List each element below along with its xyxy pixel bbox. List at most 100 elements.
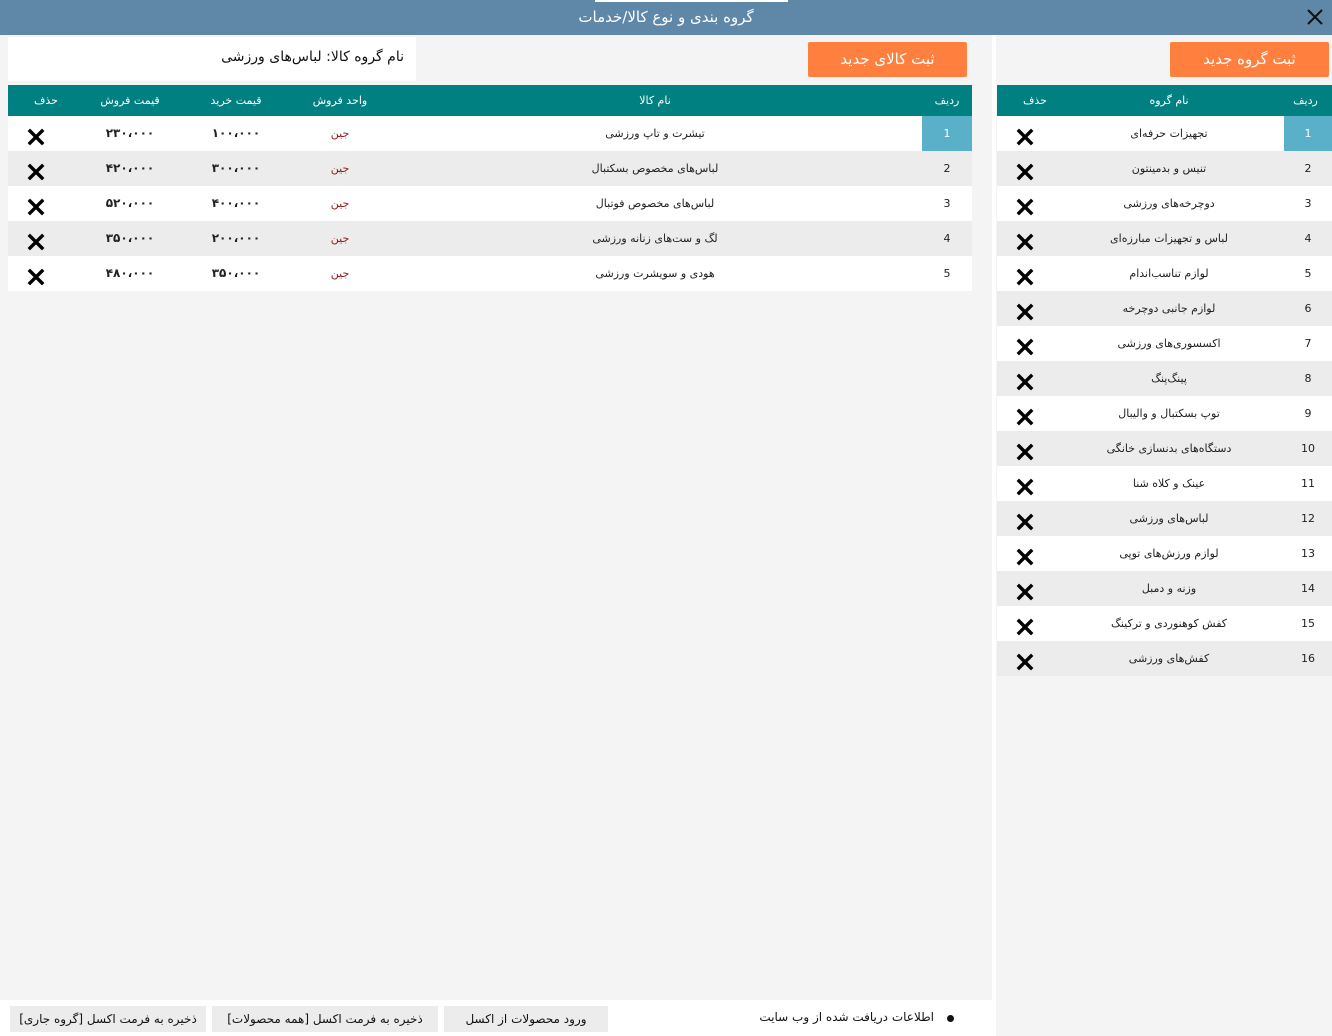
- sale-unit: جین: [330, 127, 350, 140]
- product-row[interactable]: 1 تیشرت و تاپ ورزشی جین ۱۰۰،۰۰۰ ۲۳۰،۰۰۰: [8, 116, 972, 151]
- col-header-product-name: نام کالا: [639, 94, 671, 107]
- buy-price: ۳۰۰،۰۰۰: [211, 161, 261, 175]
- row-number: 2: [943, 162, 951, 175]
- delete-x-icon[interactable]: [27, 160, 45, 181]
- sale-unit: جین: [330, 162, 350, 175]
- group-row[interactable]: 2 تنیس و بدمینتون: [997, 151, 1332, 186]
- sell-price: ۵۲۰،۰۰۰: [105, 196, 155, 210]
- group-row[interactable]: 13 لوازم ورزش‌های توپی: [997, 536, 1332, 571]
- buy-price: ۴۰۰،۰۰۰: [211, 196, 261, 210]
- row-number: 10: [1301, 442, 1315, 455]
- col-header-delete: حذف: [1023, 94, 1047, 107]
- new-group-button[interactable]: ثبت گروه جدید: [1170, 42, 1329, 77]
- product-row[interactable]: 5 هودی و سویشرت ورزشی جین ۳۵۰،۰۰۰ ۴۸۰،۰۰۰: [8, 256, 972, 291]
- delete-x-icon[interactable]: [1016, 545, 1034, 566]
- product-name: تیشرت و تاپ ورزشی: [605, 127, 705, 140]
- group-name: لوازم ورزش‌های توپی: [1119, 547, 1219, 560]
- row-number: 3: [1304, 197, 1312, 210]
- delete-x-icon[interactable]: [27, 195, 45, 216]
- delete-x-icon[interactable]: [1016, 230, 1034, 251]
- status-text: اطلاعات دریافت شده از وب سایت: [759, 1010, 934, 1024]
- group-name: عینک و کلاه شنا: [1132, 477, 1206, 490]
- row-number: 6: [1304, 302, 1312, 315]
- group-name: تنیس و بدمینتون: [1131, 162, 1207, 175]
- group-row[interactable]: 11 عینک و کلاه شنا: [997, 466, 1332, 501]
- delete-cell: [1005, 501, 1045, 536]
- groups-table: ردیف نام گروه حذف 1 تجهیزات حرفه‌ای 2 تنیس …: [997, 85, 1332, 676]
- product-name: لگ و ست‌های زنانه ورزشی: [592, 232, 718, 245]
- group-row[interactable]: 4 لباس و تجهیزات مبارزه‌ای: [997, 221, 1332, 256]
- delete-cell: [1005, 361, 1045, 396]
- delete-x-icon[interactable]: [1016, 650, 1034, 671]
- title-bar: گروه بندی و نوع کالا/خدمات: [0, 0, 1332, 35]
- sale-unit: جین: [330, 232, 350, 245]
- product-row[interactable]: 3 لباس‌های مخصوص فوتبال جین ۴۰۰،۰۰۰ ۵۲۰،۰۰۰: [8, 186, 972, 221]
- delete-x-icon[interactable]: [1016, 405, 1034, 426]
- col-header-row: ردیف: [1293, 94, 1318, 107]
- delete-x-icon[interactable]: [1016, 300, 1034, 321]
- delete-cell: [1005, 606, 1045, 641]
- delete-x-icon[interactable]: [1016, 195, 1034, 216]
- export-all-products-button[interactable]: ذخیره به فرمت اکسل [همه محصولات]: [212, 1006, 438, 1032]
- delete-x-icon[interactable]: [1016, 440, 1034, 461]
- groups-table-header: ردیف نام گروه حذف: [997, 85, 1332, 116]
- group-row[interactable]: 12 لباس‌های ورزشی: [997, 501, 1332, 536]
- product-row[interactable]: 2 لباس‌های مخصوص بسکتبال جین ۳۰۰،۰۰۰ ۴۲۰،۰۰۰: [8, 151, 972, 186]
- col-header-row: ردیف: [934, 94, 960, 107]
- row-number: 1: [1284, 116, 1332, 151]
- delete-x-icon[interactable]: [1016, 125, 1034, 146]
- sale-unit: جین: [330, 267, 350, 280]
- delete-x-icon[interactable]: [27, 265, 45, 286]
- import-excel-button[interactable]: ورود محصولات از اکسل: [444, 1006, 608, 1032]
- col-header-buy-price: قیمت خرید: [210, 94, 262, 107]
- delete-x-icon[interactable]: [27, 230, 45, 251]
- delete-cell: [1005, 641, 1045, 676]
- row-number: 4: [1304, 232, 1312, 245]
- delete-x-icon[interactable]: [1016, 370, 1034, 391]
- group-row[interactable]: 10 دستگاه‌های بدنسازی خانگی: [997, 431, 1332, 466]
- delete-x-icon[interactable]: [1016, 160, 1034, 181]
- delete-cell: [1005, 431, 1045, 466]
- group-name: کفش‌های ورزشی: [1128, 652, 1210, 665]
- delete-cell: [1005, 116, 1045, 151]
- row-number: 13: [1301, 547, 1315, 560]
- group-row[interactable]: 14 وزنه و دمبل: [997, 571, 1332, 606]
- delete-cell: [1005, 291, 1045, 326]
- delete-x-icon[interactable]: [1016, 510, 1034, 531]
- export-current-group-button[interactable]: ذخیره به فرمت اکسل [گروه جاری]: [10, 1006, 206, 1032]
- row-number: 1: [922, 116, 972, 151]
- row-number: 3: [943, 197, 951, 210]
- delete-x-icon[interactable]: [27, 125, 45, 146]
- row-number: 5: [943, 267, 951, 280]
- group-row[interactable]: 8 پینگ‌پنگ: [997, 361, 1332, 396]
- status-dot-icon: [947, 1015, 954, 1022]
- sell-price: ۴۸۰،۰۰۰: [105, 266, 155, 280]
- group-row[interactable]: 3 دوچرخه‌های ورزشی: [997, 186, 1332, 221]
- product-row[interactable]: 4 لگ و ست‌های زنانه ورزشی جین ۲۰۰،۰۰۰ ۳۵۰،۰۰…: [8, 221, 972, 256]
- delete-x-icon[interactable]: [1016, 265, 1034, 286]
- buy-price: ۱۰۰،۰۰۰: [211, 126, 261, 140]
- group-name: لوازم جانبی دوچرخه: [1122, 302, 1216, 315]
- window-title: گروه بندی و نوع کالا/خدمات: [578, 8, 754, 26]
- delete-x-icon[interactable]: [1016, 580, 1034, 601]
- row-number: 14: [1301, 582, 1315, 595]
- delete-x-icon[interactable]: [1016, 335, 1034, 356]
- delete-x-icon[interactable]: [1016, 615, 1034, 636]
- group-row[interactable]: 9 توپ بسکتبال و والیبال: [997, 396, 1332, 431]
- group-row[interactable]: 5 لوازم تناسب‌اندام: [997, 256, 1332, 291]
- sell-price: ۴۲۰،۰۰۰: [105, 161, 155, 175]
- delete-x-icon[interactable]: [1016, 475, 1034, 496]
- group-row[interactable]: 1 تجهیزات حرفه‌ای: [997, 116, 1332, 151]
- close-icon[interactable]: [1304, 6, 1326, 28]
- group-name: دستگاه‌های بدنسازی خانگی: [1106, 442, 1232, 455]
- group-row[interactable]: 6 لوازم جانبی دوچرخه: [997, 291, 1332, 326]
- group-row[interactable]: 16 کفش‌های ورزشی: [997, 641, 1332, 676]
- new-product-button[interactable]: ثبت کالای جدید: [808, 42, 967, 77]
- delete-cell: [16, 186, 56, 221]
- group-row[interactable]: 7 اکسسوری‌های ورزشی: [997, 326, 1332, 361]
- sell-price: ۲۳۰،۰۰۰: [105, 126, 155, 140]
- group-name: لوازم تناسب‌اندام: [1129, 267, 1209, 280]
- delete-cell: [1005, 186, 1045, 221]
- row-number: 8: [1304, 372, 1312, 385]
- group-row[interactable]: 15 کفش کوهنوردی و ترکینگ: [997, 606, 1332, 641]
